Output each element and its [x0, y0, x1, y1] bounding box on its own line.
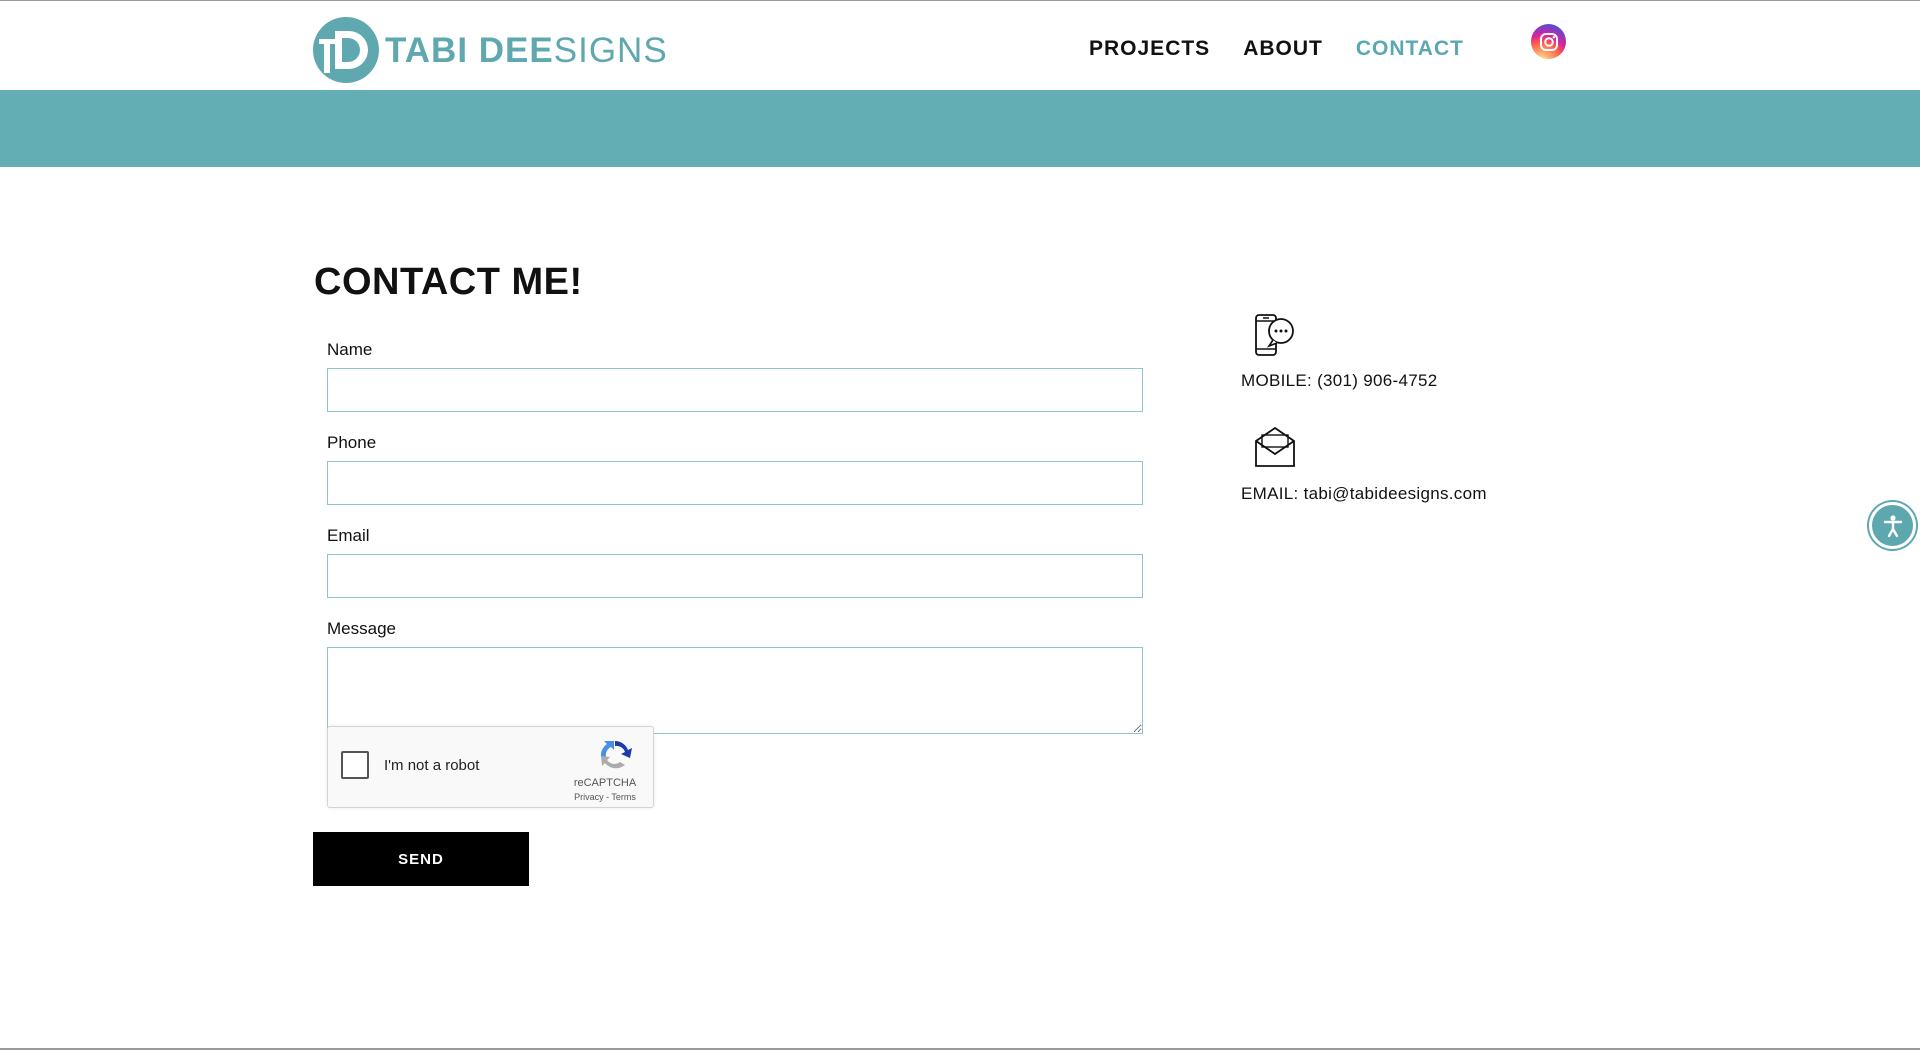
phone-input[interactable] [327, 461, 1143, 505]
accessibility-glyph-icon [1883, 514, 1902, 537]
site-header: TABI DEE SIGNS PROJECTS ABOUT CONTACT [0, 1, 1920, 90]
recaptcha-logo-icon [600, 741, 632, 769]
email-label: Email [327, 526, 370, 545]
nav-about[interactable]: ABOUT [1243, 38, 1323, 60]
email-text: EMAIL: tabi@tabideesigns.com [1241, 484, 1487, 503]
email-info: EMAIL: tabi@tabideesigns.com [1241, 425, 1487, 504]
phone-label: Phone [327, 433, 377, 452]
logo-wordmark: TABI DEE SIGNS [385, 33, 668, 68]
recaptcha-brand: reCAPTCHA [573, 777, 637, 789]
accent-banner [0, 90, 1920, 167]
recaptcha-checkbox[interactable] [341, 751, 369, 779]
send-button[interactable]: SEND [313, 832, 529, 886]
nav-projects[interactable]: PROJECTS [1089, 38, 1210, 60]
site-logo[interactable]: TABI DEE SIGNS [313, 17, 668, 83]
name-label: Name [327, 340, 373, 359]
main-nav: PROJECTS ABOUT CONTACT [1089, 38, 1464, 60]
instagram-icon[interactable] [1531, 24, 1566, 59]
logo-mark-icon [313, 17, 379, 83]
logo-light-text: SIGNS [553, 30, 668, 70]
email-input[interactable] [327, 554, 1143, 598]
recaptcha-label: I'm not a robot [384, 757, 480, 774]
phone-chat-icon [1255, 314, 1294, 356]
contact-form: Name Phone Email Message [327, 339, 1143, 754]
recaptcha-widget: I'm not a robot reCAPTCHA Privacy - Term… [327, 726, 654, 808]
name-input[interactable] [327, 368, 1143, 412]
mobile-text: MOBILE: (301) 906-4752 [1241, 371, 1438, 390]
accessibility-icon[interactable] [1869, 502, 1916, 549]
envelope-icon [1255, 426, 1295, 467]
instagram-glyph-icon [1539, 32, 1558, 51]
logo-bold-text: TABI DEE [385, 30, 554, 70]
nav-contact[interactable]: CONTACT [1356, 38, 1464, 60]
mobile-info: MOBILE: (301) 906-4752 [1241, 313, 1438, 391]
page-title: CONTACT ME! [314, 261, 583, 303]
recaptcha-links[interactable]: Privacy - Terms [569, 792, 641, 802]
message-textarea[interactable] [327, 647, 1143, 734]
message-label: Message [327, 619, 396, 638]
